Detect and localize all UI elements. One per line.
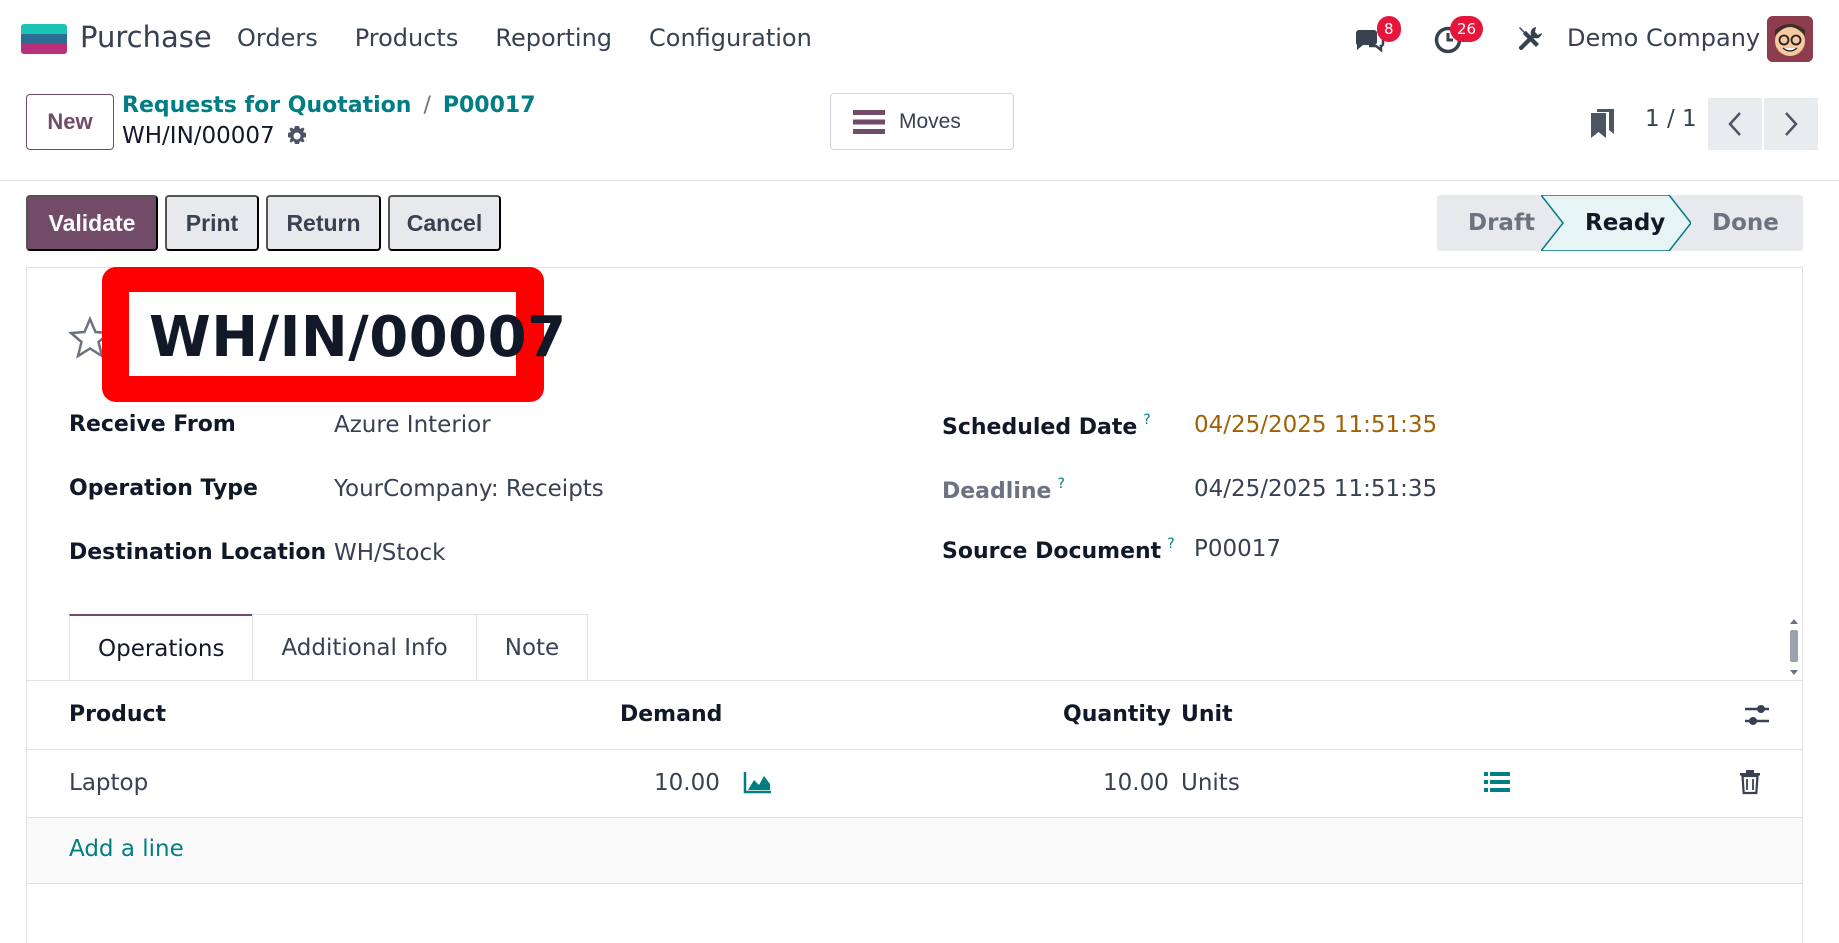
column-product[interactable]: Product <box>69 702 166 727</box>
breadcrumb: Requests for Quotation / P00017 <box>122 93 536 118</box>
tab-note[interactable]: Note <box>475 614 589 681</box>
gear-icon[interactable] <box>285 124 309 148</box>
add-line-row <box>27 818 1802 883</box>
moves-label: Moves <box>899 109 961 133</box>
source-document-value[interactable]: P00017 <box>1194 536 1281 562</box>
source-help-icon[interactable]: ? <box>1167 536 1174 552</box>
column-unit[interactable]: Unit <box>1181 702 1233 727</box>
cancel-button[interactable]: Cancel <box>388 195 501 251</box>
row-quantity[interactable]: 10.00 <box>1103 770 1169 796</box>
trash-icon[interactable] <box>1739 769 1761 795</box>
header-divider <box>27 749 1802 750</box>
pager-next-button[interactable] <box>1764 98 1818 150</box>
operation-type-label: Operation Type <box>69 476 258 501</box>
moves-smart-button[interactable]: Moves <box>830 93 1014 150</box>
column-demand[interactable]: Demand <box>620 702 722 727</box>
validate-button[interactable]: Validate <box>26 195 158 251</box>
new-button[interactable]: New <box>26 94 114 150</box>
current-record: WH/IN/00007 <box>122 123 309 149</box>
activity-badge: 26 <box>1450 16 1484 42</box>
add-line-divider <box>27 883 1802 884</box>
tab-operations[interactable]: Operations <box>69 614 254 681</box>
column-settings-icon[interactable] <box>1743 702 1771 728</box>
chevron-left-icon <box>1728 112 1741 136</box>
operation-type-value[interactable]: YourCompany: Receipts <box>334 476 604 502</box>
notebook-tabs: Operations Additional Info Note <box>69 614 589 681</box>
control-panel: New Requests for Quotation / P00017 WH/IN/… <box>0 76 1839 181</box>
deadline-help-icon[interactable]: ? <box>1057 476 1064 492</box>
tab-additional-info[interactable]: Additional Info <box>252 614 477 681</box>
record-title[interactable]: WH/IN/00007 <box>149 305 567 370</box>
details-list-icon[interactable] <box>1484 771 1510 793</box>
main-menu: Orders Products Reporting Configuration <box>237 24 849 52</box>
breadcrumb-rfq[interactable]: Requests for Quotation <box>122 93 411 118</box>
deadline-label-text: Deadline <box>942 479 1052 504</box>
form-statusbar: Validate Print Return Cancel Draft Ready… <box>0 195 1839 251</box>
current-record-name: WH/IN/00007 <box>122 123 275 149</box>
add-line-link[interactable]: Add a line <box>69 836 184 862</box>
user-avatar[interactable] <box>1767 16 1813 62</box>
destination-value[interactable]: WH/Stock <box>334 540 445 566</box>
tab-divider <box>27 680 1802 681</box>
pager-previous-button[interactable] <box>1708 98 1762 150</box>
deadline-label: Deadline? <box>942 476 1065 504</box>
breadcrumb-separator: / <box>423 93 431 118</box>
row-demand[interactable]: 10.00 <box>654 770 720 796</box>
menu-reporting[interactable]: Reporting <box>495 24 612 52</box>
app-name[interactable]: Purchase <box>80 20 212 54</box>
forecast-chart-icon[interactable] <box>743 770 772 794</box>
column-quantity[interactable]: Quantity <box>1063 702 1171 727</box>
list-icon <box>853 109 885 134</box>
deadline-value[interactable]: 04/25/2025 11:51:35 <box>1194 476 1437 502</box>
receive-from-value[interactable]: Azure Interior <box>334 412 491 438</box>
stage-bar: Draft Ready Done <box>1437 195 1803 251</box>
purchase-app-icon[interactable] <box>21 24 67 54</box>
scheduled-date-label-text: Scheduled Date <box>942 415 1138 440</box>
print-button[interactable]: Print <box>165 195 259 251</box>
return-button[interactable]: Return <box>266 195 381 251</box>
source-document-label: Source Document? <box>942 536 1175 564</box>
pager-value[interactable]: 1 / 1 <box>1645 106 1697 132</box>
company-switcher[interactable]: Demo Company <box>1567 24 1760 52</box>
row-product[interactable]: Laptop <box>69 770 148 796</box>
row-unit[interactable]: Units <box>1181 770 1240 796</box>
chevron-right-icon <box>1785 112 1798 136</box>
messages-badge: 8 <box>1377 16 1401 42</box>
stage-draft[interactable]: Draft <box>1468 195 1535 251</box>
breadcrumb-po[interactable]: P00017 <box>443 93 536 118</box>
menu-products[interactable]: Products <box>355 24 459 52</box>
menu-orders[interactable]: Orders <box>237 24 318 52</box>
top-navbar: Purchase Orders Products Reporting Confi… <box>0 0 1839 76</box>
stage-done[interactable]: Done <box>1712 195 1779 251</box>
destination-label: Destination Location <box>69 540 327 565</box>
tabs-scrollbar[interactable] <box>1786 614 1802 680</box>
tools-icon[interactable] <box>1512 22 1546 56</box>
scheduled-help-icon[interactable]: ? <box>1143 412 1150 428</box>
scheduled-date-label: Scheduled Date? <box>942 412 1151 440</box>
bookmark-icon[interactable] <box>1588 106 1618 140</box>
scheduled-date-value[interactable]: 04/25/2025 11:51:35 <box>1194 412 1437 438</box>
menu-configuration[interactable]: Configuration <box>649 24 812 52</box>
receive-from-label: Receive From <box>69 412 236 437</box>
stage-ready[interactable]: Ready <box>1585 195 1665 251</box>
source-document-label-text: Source Document <box>942 539 1162 564</box>
